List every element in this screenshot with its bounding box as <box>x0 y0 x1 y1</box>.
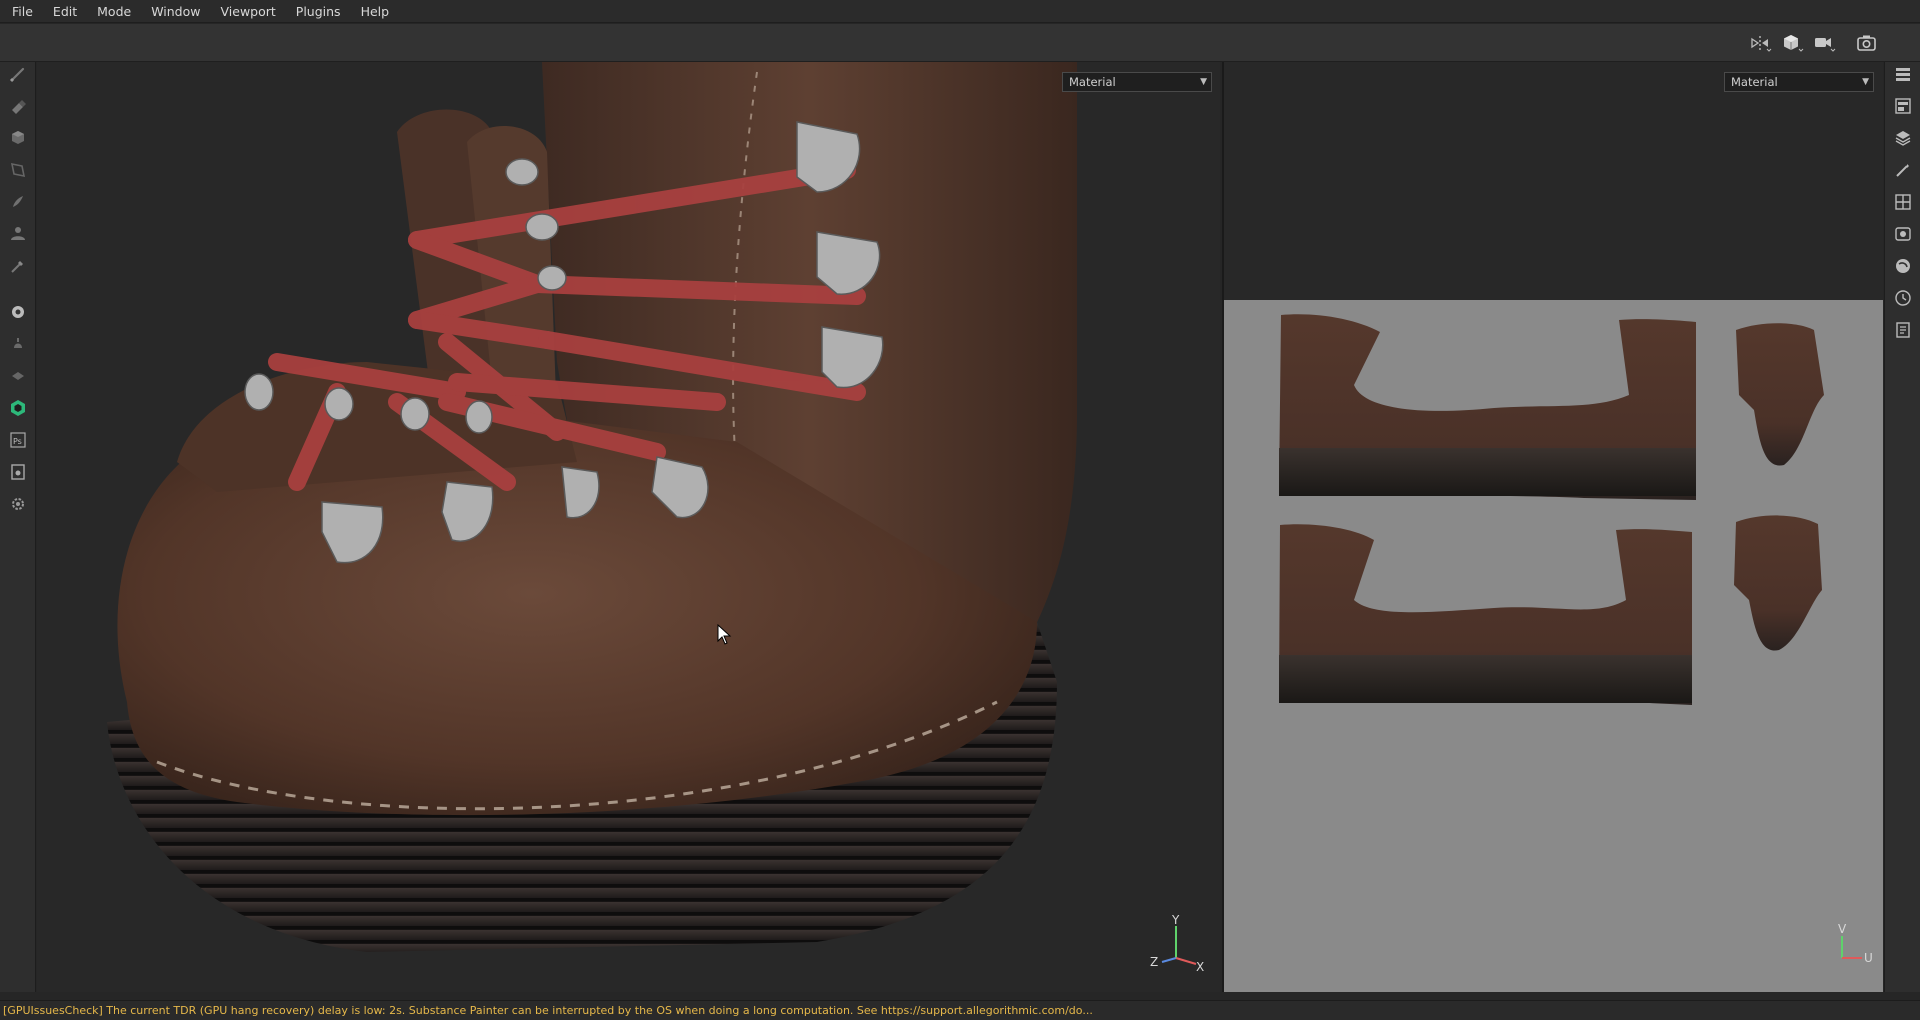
axis-v-label: V <box>1838 922 1847 936</box>
display-settings-button[interactable] <box>1891 190 1915 214</box>
paint-brush-icon <box>9 67 25 83</box>
display-mode-button[interactable] <box>1779 31 1807 55</box>
texture-set-list-icon <box>1896 68 1910 81</box>
properties-button[interactable] <box>1891 158 1915 182</box>
menu-file[interactable]: File <box>6 0 43 23</box>
uv-islands <box>1279 314 1824 705</box>
iray-icon <box>14 338 22 348</box>
material-select-2d[interactable]: Material ▼ <box>1724 72 1874 92</box>
history-button[interactable] <box>1891 286 1915 310</box>
menu-window[interactable]: Window <box>141 0 210 23</box>
camera-icon <box>1857 35 1876 51</box>
iray-button[interactable] <box>6 332 30 356</box>
viewer-settings-icon <box>1895 227 1911 241</box>
boot-3d-model[interactable] <box>37 62 1220 992</box>
photoshop-button[interactable]: Ps <box>6 428 30 452</box>
top-toolbar <box>0 24 1920 62</box>
chevron-down-icon: ▼ <box>1862 77 1869 87</box>
projection-tool-button[interactable] <box>6 126 30 150</box>
chevron-down-icon: ▼ <box>1200 77 1207 87</box>
smudge-tool-button[interactable] <box>6 190 30 214</box>
photoshop-icon: Ps <box>10 432 26 448</box>
menu-edit[interactable]: Edit <box>43 0 87 23</box>
display-settings-icon <box>1895 194 1911 210</box>
color-picker-icon <box>11 261 23 273</box>
smudge-icon <box>13 196 23 207</box>
geometry-mask-tool-button[interactable] <box>6 158 30 182</box>
material-select-2d-value: Material <box>1731 75 1778 89</box>
symmetry-button[interactable] <box>1747 31 1775 55</box>
paint-tool-button[interactable] <box>6 62 30 86</box>
uv-axis-gizmo: V U <box>1838 922 1873 965</box>
material-select-3d[interactable]: Material ▼ <box>1062 72 1212 92</box>
log-icon <box>1896 322 1910 338</box>
axis-u-label: U <box>1864 951 1873 965</box>
menu-mode[interactable]: Mode <box>87 0 141 23</box>
properties-icon <box>1896 164 1909 177</box>
log-button[interactable] <box>1891 318 1915 342</box>
sparse-button[interactable] <box>6 364 30 388</box>
shelf-icon <box>1895 98 1911 114</box>
video-camera-icon <box>1815 38 1836 52</box>
export-button[interactable] <box>6 460 30 484</box>
viewer-settings-button[interactable] <box>1891 222 1915 246</box>
settings-icon <box>12 498 24 510</box>
layers-icon <box>1895 131 1911 146</box>
bake-button[interactable] <box>6 300 30 324</box>
axis-x-label: X <box>1196 960 1204 974</box>
projection-icon <box>12 131 24 144</box>
color-picker-tool-button[interactable] <box>6 254 30 278</box>
material-select-3d-value: Material <box>1069 75 1116 89</box>
viewport-2d[interactable]: Material ▼ V U <box>1222 62 1883 992</box>
geometry-mask-icon <box>10 162 26 178</box>
eraser-tool-button[interactable] <box>6 94 30 118</box>
svg-text:Ps: Ps <box>13 437 22 446</box>
status-bar: [GPUIssuesCheck] The current TDR (GPU ha… <box>0 1000 1920 1020</box>
cube-icon <box>1784 35 1804 52</box>
axis-gizmo-3d: Y X Z <box>1150 914 1204 974</box>
history-icon <box>1895 290 1911 306</box>
status-warning-message[interactable]: [GPUIssuesCheck] The current TDR (GPU ha… <box>3 1004 1093 1017</box>
axis-z-label: Z <box>1150 955 1158 969</box>
menu-plugins[interactable]: Plugins <box>286 0 351 23</box>
camera-button[interactable] <box>1811 31 1839 55</box>
substance-icon <box>11 400 25 416</box>
shelf-button[interactable] <box>1891 94 1915 118</box>
left-tool-strip: Ps <box>0 62 36 992</box>
export-icon <box>11 464 25 480</box>
substance-button[interactable] <box>6 396 30 420</box>
mouse-cursor-icon <box>717 624 732 645</box>
sparse-icon <box>12 372 24 380</box>
viewport-3d[interactable]: Material ▼ Y X Z <box>37 62 1220 992</box>
menu-help[interactable]: Help <box>351 0 400 23</box>
bake-icon <box>12 306 24 318</box>
clone-icon <box>11 227 25 240</box>
shader-settings-button[interactable] <box>1891 254 1915 278</box>
layers-button[interactable] <box>1891 126 1915 150</box>
settings-button[interactable] <box>6 492 30 516</box>
axis-y-label: Y <box>1171 914 1180 927</box>
clone-tool-button[interactable] <box>6 222 30 246</box>
texture-set-list-button[interactable] <box>1891 62 1915 86</box>
menu-bar: File Edit Mode Window Viewport Plugins H… <box>0 0 1920 23</box>
menu-viewport[interactable]: Viewport <box>211 0 286 23</box>
right-panel-strip <box>1884 62 1920 992</box>
screenshot-button[interactable] <box>1853 31 1881 55</box>
eraser-icon <box>12 100 26 114</box>
shader-settings-icon <box>1896 259 1910 273</box>
symmetry-icon <box>1751 36 1772 52</box>
uv-texture-canvas[interactable] <box>1224 300 1883 992</box>
